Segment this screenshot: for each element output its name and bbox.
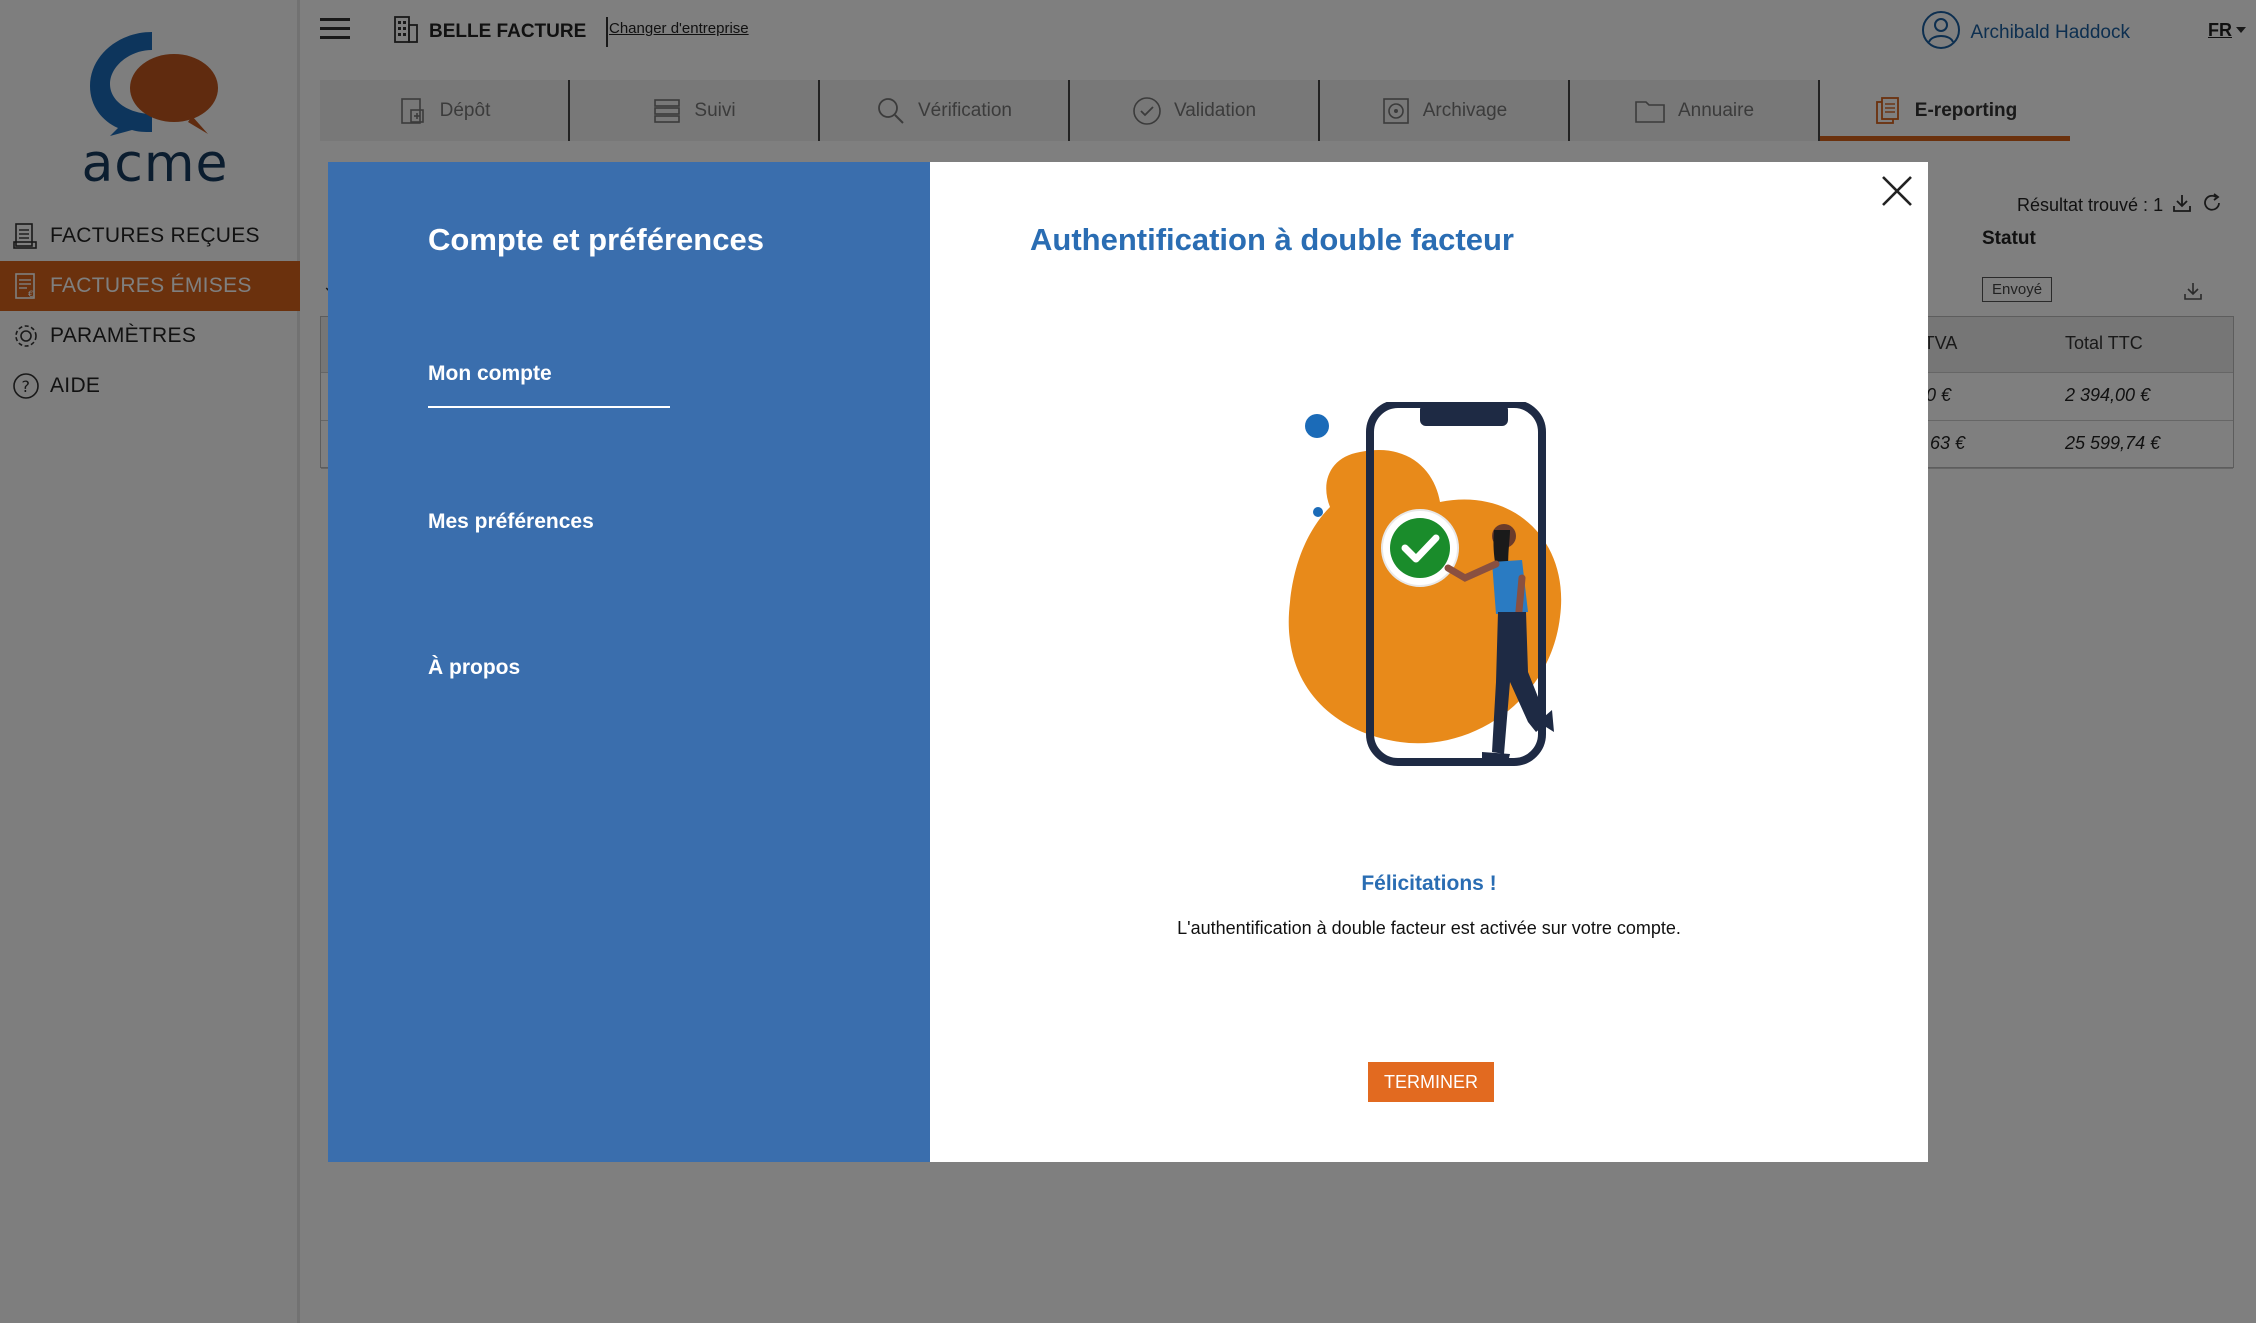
nav-a-propos[interactable]: À propos [428,656,520,680]
account-preferences-modal: Compte et préférences Mon compte Mes pré… [328,162,1928,1162]
nav-mon-compte[interactable]: Mon compte [428,362,670,408]
confirmation-message: L'authentification à double facteur est … [1177,918,1681,938]
modal-content: Authentification à double facteur Félici… [930,162,1928,1162]
finish-button[interactable]: TERMINER [1368,1062,1494,1102]
nav-mes-preferences[interactable]: Mes préférences [428,510,594,534]
modal-sidebar-title: Compte et préférences [428,222,764,257]
congrats-heading: Félicitations ! [1361,872,1497,895]
modal-title: Authentification à double facteur [1030,222,1514,257]
two-factor-illustration [1260,400,1600,782]
modal-sidebar: Compte et préférences Mon compte Mes pré… [328,162,930,1162]
close-icon[interactable] [1880,174,1914,208]
